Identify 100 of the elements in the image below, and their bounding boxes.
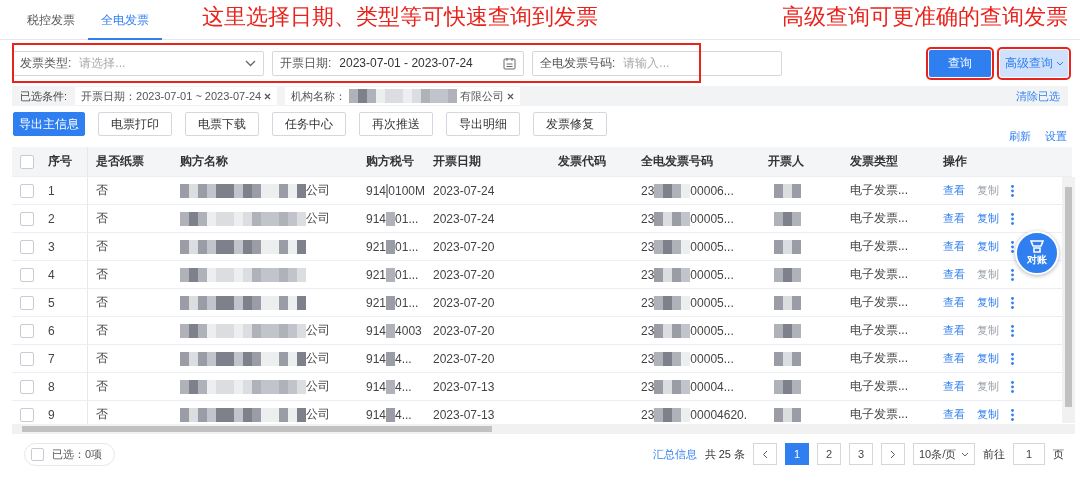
tab[interactable]: 税控发票	[14, 12, 88, 40]
checkbox[interactable]	[20, 323, 34, 338]
table-cell: 00005...	[690, 267, 734, 282]
toolbar-button[interactable]: 导出明细	[446, 112, 520, 136]
redacted-text	[654, 295, 691, 310]
table-cell: 电子发票...	[850, 266, 908, 283]
next-page-button[interactable]	[881, 443, 905, 465]
toolbar-link[interactable]: 刷新	[1009, 129, 1031, 144]
checkbox[interactable]	[31, 447, 44, 461]
redacted-text	[386, 295, 396, 310]
more-icon[interactable]	[1011, 352, 1014, 365]
toolbar-button[interactable]: 再次推送	[359, 112, 433, 136]
more-icon[interactable]	[1011, 380, 1014, 393]
checkbox[interactable]	[20, 183, 34, 198]
page-button[interactable]: 1	[785, 443, 809, 465]
total-count: 共 25 条	[704, 446, 745, 462]
copy-link[interactable]: 复制	[977, 295, 999, 310]
redacted-text	[654, 351, 691, 366]
conditions-label: 已选条件:	[20, 88, 68, 104]
export-button[interactable]: 导出主信息	[13, 112, 85, 136]
close-icon[interactable]	[264, 92, 272, 100]
close-icon[interactable]	[507, 92, 515, 100]
table-cell: 921	[366, 267, 387, 282]
view-link[interactable]: 查看	[943, 211, 965, 226]
copy-link[interactable]: 复制	[977, 267, 999, 282]
horizontal-scrollbar[interactable]	[12, 424, 1075, 434]
table-cell: 00005...	[690, 239, 734, 254]
copy-link[interactable]: 复制	[977, 407, 999, 422]
toolbar-link[interactable]: 设置	[1045, 129, 1067, 144]
more-icon[interactable]	[1011, 268, 1014, 281]
page-button[interactable]: 3	[849, 443, 873, 465]
search-button[interactable]: 查询	[929, 49, 991, 77]
redacted-text	[774, 351, 801, 366]
table-cell: 否	[96, 238, 108, 255]
view-link[interactable]: 查看	[943, 183, 965, 198]
checkbox[interactable]	[20, 267, 34, 282]
toolbar-button[interactable]: 发票修复	[533, 112, 607, 136]
page-unit-label: 页	[1053, 446, 1064, 462]
view-link[interactable]: 查看	[943, 407, 965, 422]
vertical-scrollbar[interactable]	[1062, 177, 1075, 423]
table-cell: 2	[48, 211, 55, 226]
previous-page-button[interactable]	[753, 443, 777, 465]
table-cell: 00004620.	[690, 407, 748, 422]
view-link[interactable]: 查看	[943, 351, 965, 366]
chip-text: 有限公司	[460, 88, 505, 104]
page-size-dropdown[interactable]: 10条/页	[913, 443, 975, 465]
view-link[interactable]: 查看	[943, 239, 965, 254]
dropdown-field[interactable]: 发票类型: 请选择...	[12, 50, 264, 76]
table-cell: 电子发票...	[850, 378, 908, 395]
more-icon[interactable]	[1011, 296, 1014, 309]
tab[interactable]: 全电发票	[88, 12, 162, 40]
more-icon[interactable]	[1011, 184, 1014, 197]
redacted-text	[774, 379, 801, 394]
checkbox[interactable]	[20, 407, 34, 422]
view-link[interactable]: 查看	[943, 379, 965, 394]
view-link[interactable]: 查看	[943, 267, 965, 282]
table-cell: 2023-07-20	[433, 239, 495, 254]
copy-link[interactable]: 复制	[977, 239, 999, 254]
page-button[interactable]: 2	[817, 443, 841, 465]
table-cell: 00005...	[690, 211, 734, 226]
summary-link[interactable]: 汇总信息	[652, 446, 697, 462]
copy-link[interactable]: 复制	[977, 211, 999, 226]
page-input[interactable]: 1	[1013, 443, 1045, 465]
copy-link[interactable]: 复制	[977, 183, 999, 198]
column-header: 开票日期	[433, 153, 481, 170]
table-cell: 23	[641, 183, 655, 198]
view-link[interactable]: 查看	[943, 323, 965, 338]
checkbox[interactable]	[20, 154, 34, 169]
table-cell: 914	[366, 351, 387, 366]
clear-link[interactable]: 清除已选	[1016, 88, 1060, 104]
checkbox[interactable]	[20, 379, 34, 394]
checkbox[interactable]	[20, 239, 34, 254]
redacted-text	[386, 183, 389, 198]
checkbox[interactable]	[20, 211, 34, 226]
date-range-field[interactable]: 开票日期: 2023-07-01 - 2023-07-24	[272, 50, 524, 76]
column-header: 购方名称	[180, 153, 228, 170]
table-cell: 0100M	[388, 183, 425, 198]
toolbar-button[interactable]: 任务中心	[272, 112, 346, 136]
input-field[interactable]: 全电发票号码: 请输入...	[532, 50, 782, 76]
redacted-text	[774, 323, 801, 338]
toolbar-button[interactable]: 电票打印	[98, 112, 172, 136]
more-icon[interactable]	[1011, 324, 1014, 337]
toolbar-button[interactable]: 电票下载	[185, 112, 259, 136]
checkbox[interactable]	[20, 351, 34, 366]
table-cell: 电子发票...	[850, 210, 908, 227]
more-icon[interactable]	[1011, 212, 1014, 225]
more-icon[interactable]	[1011, 408, 1014, 421]
copy-link[interactable]: 复制	[977, 379, 999, 394]
copy-link[interactable]: 复制	[977, 351, 999, 366]
copy-link[interactable]: 复制	[977, 323, 999, 338]
table-cell: 否	[96, 350, 108, 367]
reconcile-button[interactable]: 对账	[1015, 231, 1059, 275]
view-link[interactable]: 查看	[943, 295, 965, 310]
table-cell: 2023-07-24	[433, 183, 495, 198]
checkbox[interactable]	[20, 295, 34, 310]
advanced-search-button[interactable]: 高级查询	[1000, 49, 1068, 77]
table-cell: 否	[96, 266, 108, 283]
more-icon[interactable]	[1011, 240, 1014, 253]
table-cell: 921	[366, 239, 387, 254]
redacted-text	[774, 239, 801, 254]
